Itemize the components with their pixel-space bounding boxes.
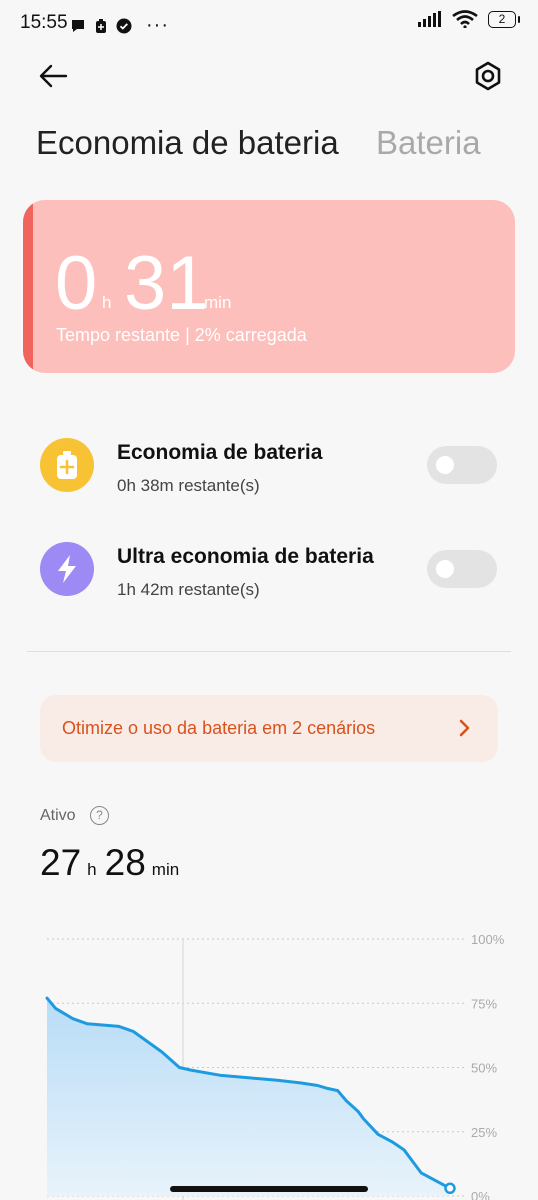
tab-battery[interactable]: Bateria: [376, 124, 481, 162]
check-circle-icon: [116, 18, 132, 33]
remaining-minutes: 31: [124, 241, 209, 326]
toggle-knob: [436, 560, 454, 578]
battery-indicator: 2: [488, 10, 520, 28]
battery-saver-mode-icon-wrap: [40, 438, 94, 492]
mode-subtitle-battery-saver: 0h 38m restante(s): [117, 476, 260, 495]
chart-y-tick-label: 100%: [471, 932, 505, 947]
active-hours: 27: [40, 842, 82, 883]
active-minutes: 28: [104, 842, 146, 883]
lightning-icon: [58, 555, 76, 583]
toggle-knob: [436, 456, 454, 474]
chevron-right-icon: [459, 719, 470, 737]
mode-subtitle-ultra-saver: 1h 42m restante(s): [117, 580, 260, 599]
home-indicator: [170, 1186, 368, 1192]
active-label: Ativo: [40, 807, 76, 824]
banner-text: Otimize o uso da bateria em 2 cenários: [62, 718, 376, 738]
battery-level-chart: 100% 75% 50% 25% 0%: [45, 932, 505, 1200]
chart-current-point: [444, 1182, 456, 1195]
section-divider: [27, 651, 511, 652]
arrow-left-icon: [39, 64, 68, 88]
active-minutes-unit: min: [151, 860, 180, 879]
chart-y-tick-label: 0%: [471, 1189, 490, 1200]
help-icon[interactable]: ?: [90, 806, 109, 825]
back-button[interactable]: [34, 58, 74, 94]
battery-saver-status-icon: [96, 18, 106, 33]
chart-y-tick-label: 50%: [471, 1061, 497, 1076]
chat-icon: [72, 19, 84, 32]
battery-plus-icon: [57, 451, 77, 479]
active-time: 27 h 28 min: [40, 842, 187, 884]
minutes-unit: min: [204, 293, 232, 312]
mode-title-battery-saver: Economia de bateria: [117, 441, 323, 464]
chart-y-tick-label: 25%: [471, 1125, 497, 1140]
remaining-subtitle: Tempo restante | 2% carregada: [56, 325, 307, 345]
tab-battery-saver[interactable]: Economia de bateria: [36, 124, 339, 162]
status-system-icons: 2: [418, 10, 520, 28]
hours-unit: h: [102, 293, 112, 312]
settings-button[interactable]: [468, 56, 508, 96]
optimize-scenarios-banner[interactable]: Otimize o uso da bateria em 2 cenários: [40, 695, 498, 762]
chart-y-tick-label: 75%: [471, 996, 497, 1011]
status-notification-icons: ···: [70, 14, 169, 37]
battery-saver-toggle[interactable]: [427, 446, 497, 484]
remaining-hours: 0: [55, 241, 98, 326]
card-accent-bar: [23, 200, 33, 373]
battery-remaining-card: 0 h 31 min Tempo restante | 2% carregada: [23, 200, 515, 373]
chart-area-fill: [47, 998, 450, 1196]
wifi-icon: [452, 10, 478, 28]
ultra-saver-mode-icon-wrap: [40, 542, 94, 596]
signal-icon: [418, 11, 441, 27]
active-hours-unit: h: [87, 860, 97, 879]
status-time: 15:55: [20, 12, 68, 33]
gear-icon: [475, 61, 501, 91]
more-notifications-icon: ···: [146, 14, 169, 36]
ultra-saver-toggle[interactable]: [427, 550, 497, 588]
mode-title-ultra-saver: Ultra economia de bateria: [117, 545, 374, 568]
